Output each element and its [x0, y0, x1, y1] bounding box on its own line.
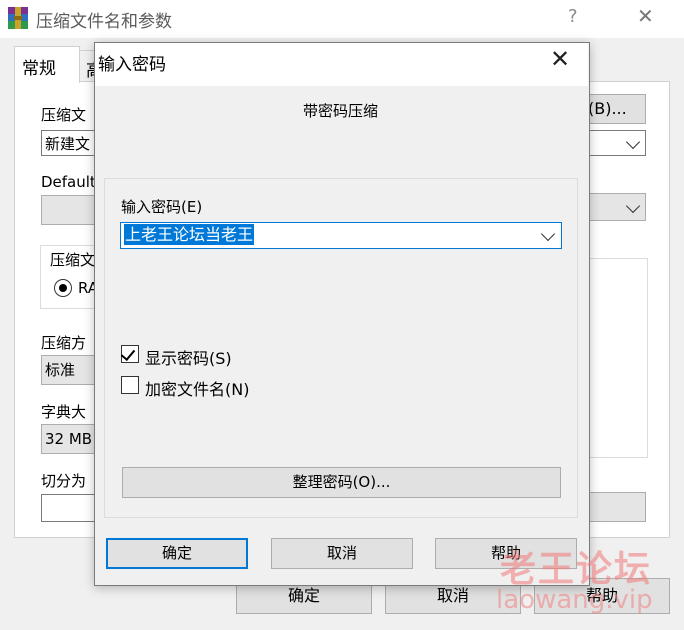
archive-name-label: 压缩文	[41, 106, 87, 124]
password-label: 输入密码(E)	[121, 198, 203, 216]
encrypt-filenames-checkbox[interactable]	[121, 376, 139, 394]
back-close-icon[interactable]: ✕	[637, 4, 654, 28]
encrypt-filenames-label[interactable]: 加密文件名(N)	[145, 376, 249, 400]
cancel-button[interactable]: 取消	[271, 538, 413, 569]
ok-button[interactable]: 确定	[106, 538, 248, 569]
winrar-app-icon	[6, 6, 30, 30]
tab-general-label: 常规	[22, 59, 56, 79]
radio-dot	[59, 284, 67, 292]
dictionary-size-label: 字典大	[41, 403, 87, 421]
watermark-url: laowang.vip	[496, 585, 653, 615]
organize-passwords-button[interactable]: 整理密码(O)...	[122, 467, 561, 498]
archive-format-label: 压缩文	[50, 249, 96, 270]
default-profile-label: Default	[41, 173, 96, 191]
set-password-button[interactable]	[588, 492, 646, 522]
show-password-label[interactable]: 显示密码(S)	[145, 345, 232, 369]
dialog-close-icon[interactable]: ✕	[550, 45, 570, 73]
dialog-title: 输入密码	[98, 55, 166, 75]
archive-options-group	[588, 258, 648, 458]
dialog-heading: 带密码压缩	[303, 102, 379, 120]
back-window-title: 压缩文件名和参数	[36, 12, 172, 32]
browse-button[interactable]: (B)...	[584, 94, 646, 124]
split-volumes-label: 切分为	[41, 472, 87, 490]
dialog-titlebar	[95, 43, 588, 86]
compression-method-label: 压缩方	[41, 334, 87, 352]
help-icon[interactable]: ?	[568, 6, 578, 27]
password-value[interactable]: 上老王论坛当老王	[124, 224, 255, 245]
